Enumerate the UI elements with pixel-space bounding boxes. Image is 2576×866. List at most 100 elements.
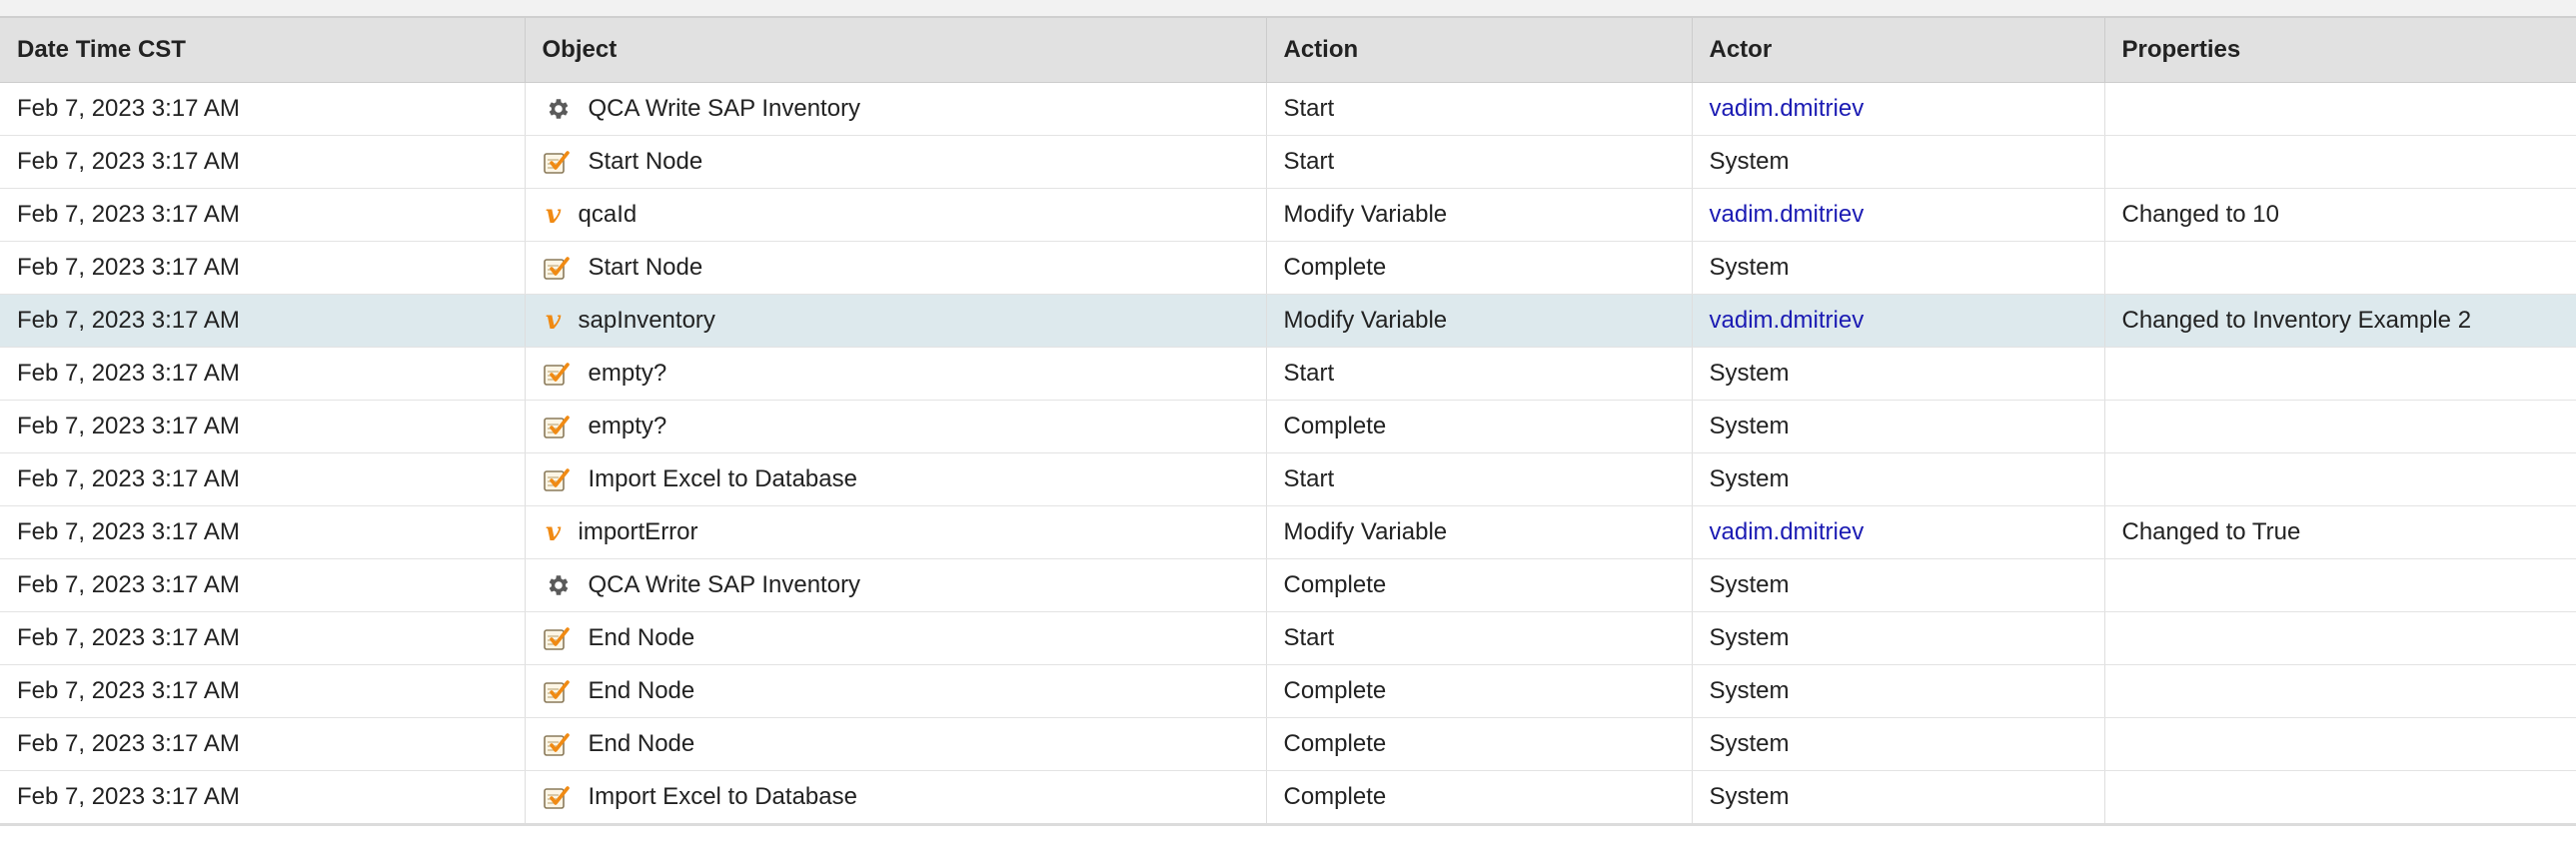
table-row[interactable]: Feb 7, 2023 3:17 AM Import Excel to Datab… — [0, 452, 2576, 506]
cell-properties — [2104, 135, 2576, 189]
cell-datetime: Feb 7, 2023 3:17 AM — [0, 241, 526, 295]
cell-actor: vadim.dmitriev — [1692, 294, 2105, 348]
table-body: Feb 7, 2023 3:17 AM QCA Write SAP Invento… — [0, 82, 2576, 826]
cell-action: Complete — [1266, 664, 1693, 718]
cell-action: Modify Variable — [1266, 294, 1693, 348]
cell-properties — [2104, 770, 2576, 826]
column-header-properties[interactable]: Properties — [2104, 18, 2576, 83]
cell-datetime: Feb 7, 2023 3:17 AM — [0, 135, 526, 189]
cell-action: Modify Variable — [1266, 188, 1693, 242]
table-row[interactable]: Feb 7, 2023 3:17 AM v qcaId Modify Variable… — [0, 188, 2576, 242]
cell-action: Modify Variable — [1266, 505, 1693, 559]
variable-icon: v — [545, 306, 562, 336]
table-row[interactable]: Feb 7, 2023 3:17 AM End Node Complete Syste… — [0, 664, 2576, 718]
node-icon — [543, 623, 573, 653]
cell-datetime: Feb 7, 2023 3:17 AM — [0, 558, 526, 612]
table-row[interactable]: Feb 7, 2023 3:17 AM Start Node Complete Sys… — [0, 241, 2576, 295]
table-row[interactable]: Feb 7, 2023 3:17 AM v sapInventory Modify V… — [0, 294, 2576, 348]
cell-object: empty? — [525, 400, 1267, 453]
cell-actor: System — [1692, 611, 2105, 665]
cell-object: Start Node — [525, 241, 1267, 295]
table-header: Date Time CST Object Action Actor Proper… — [0, 18, 2576, 83]
cell-action: Complete — [1266, 558, 1693, 612]
node-icon — [543, 412, 573, 441]
cell-actor: System — [1692, 135, 2105, 189]
cell-actor: System — [1692, 347, 2105, 401]
cell-actor: vadim.dmitriev — [1692, 82, 2105, 136]
actor-text: System — [1709, 465, 1790, 492]
table-row[interactable]: Feb 7, 2023 3:17 AM QCA Write SAP Invento… — [0, 558, 2576, 612]
variable-icon: v — [545, 200, 562, 230]
cell-datetime: Feb 7, 2023 3:17 AM — [0, 82, 526, 136]
table-row[interactable]: Feb 7, 2023 3:17 AM Import Excel to Datab… — [0, 770, 2576, 826]
table-row[interactable]: Feb 7, 2023 3:17 AM End Node Complete Syste… — [0, 717, 2576, 771]
cell-datetime: Feb 7, 2023 3:17 AM — [0, 188, 526, 242]
cell-properties — [2104, 452, 2576, 506]
cell-action: Start — [1266, 452, 1693, 506]
object-name: importError — [578, 518, 698, 545]
table-row[interactable]: Feb 7, 2023 3:17 AM empty? Start System — [0, 347, 2576, 401]
cell-object: Import Excel to Database — [525, 452, 1267, 506]
cell-properties — [2104, 611, 2576, 665]
cell-action: Complete — [1266, 400, 1693, 453]
actor-link[interactable]: vadim.dmitriev — [1710, 518, 1865, 545]
actor-link[interactable]: vadim.dmitriev — [1710, 201, 1865, 228]
table-row[interactable]: Feb 7, 2023 3:17 AM Start Node Start System — [0, 135, 2576, 189]
table-row[interactable]: Feb 7, 2023 3:17 AM QCA Write SAP Invento… — [0, 82, 2576, 136]
table-row[interactable]: Feb 7, 2023 3:17 AM End Node Start System — [0, 611, 2576, 665]
actor-text: System — [1709, 730, 1790, 757]
node-icon — [543, 782, 573, 812]
cell-properties — [2104, 241, 2576, 295]
cell-properties — [2104, 82, 2576, 136]
cell-action: Start — [1266, 135, 1693, 189]
actor-link[interactable]: vadim.dmitriev — [1710, 95, 1865, 122]
column-header-actor[interactable]: Actor — [1692, 18, 2105, 83]
cell-actor: System — [1692, 400, 2105, 453]
object-name: sapInventory — [578, 307, 715, 334]
cell-properties — [2104, 558, 2576, 612]
cell-object: v sapInventory — [525, 294, 1267, 348]
cell-actor: System — [1692, 241, 2105, 295]
cell-object: QCA Write SAP Inventory — [525, 558, 1267, 612]
column-header-action[interactable]: Action — [1266, 18, 1693, 83]
table-footer-space — [0, 826, 2576, 866]
node-icon — [543, 676, 573, 706]
cell-action: Start — [1266, 82, 1693, 136]
actor-link[interactable]: vadim.dmitriev — [1710, 307, 1865, 334]
object-name: Import Excel to Database — [588, 465, 857, 492]
cell-object: v importError — [525, 505, 1267, 559]
node-icon — [543, 253, 573, 283]
process-history-table: Date Time CST Object Action Actor Proper… — [0, 18, 2576, 826]
cell-datetime: Feb 7, 2023 3:17 AM — [0, 294, 526, 348]
object-name: End Node — [588, 624, 695, 651]
cell-datetime: Feb 7, 2023 3:17 AM — [0, 400, 526, 453]
cell-properties — [2104, 717, 2576, 771]
node-icon — [543, 147, 573, 177]
cell-actor: System — [1692, 717, 2105, 771]
cell-properties: Changed to True — [2104, 505, 2576, 559]
cell-object: v qcaId — [525, 188, 1267, 242]
cell-datetime: Feb 7, 2023 3:17 AM — [0, 664, 526, 718]
cell-action: Complete — [1266, 770, 1693, 826]
gear-icon — [543, 94, 573, 124]
node-icon — [543, 359, 573, 389]
actor-text: System — [1709, 783, 1790, 810]
cell-properties: Changed to 10 — [2104, 188, 2576, 242]
object-name: Start Node — [588, 254, 703, 281]
cell-actor: vadim.dmitriev — [1692, 188, 2105, 242]
cell-actor: System — [1692, 558, 2105, 612]
cell-object: End Node — [525, 717, 1267, 771]
object-name: End Node — [588, 730, 695, 757]
table-row[interactable]: Feb 7, 2023 3:17 AM empty? Complete System — [0, 400, 2576, 453]
cell-actor: System — [1692, 664, 2105, 718]
object-name: empty? — [588, 413, 667, 439]
column-header-object[interactable]: Object — [525, 18, 1267, 83]
cell-datetime: Feb 7, 2023 3:17 AM — [0, 717, 526, 771]
object-name: Start Node — [588, 148, 703, 175]
cell-properties — [2104, 347, 2576, 401]
cell-properties — [2104, 400, 2576, 453]
cell-object: QCA Write SAP Inventory — [525, 82, 1267, 136]
object-name: QCA Write SAP Inventory — [588, 571, 861, 598]
column-header-datetime[interactable]: Date Time CST — [0, 18, 526, 83]
table-row[interactable]: Feb 7, 2023 3:17 AM v importError Modify Va… — [0, 505, 2576, 559]
